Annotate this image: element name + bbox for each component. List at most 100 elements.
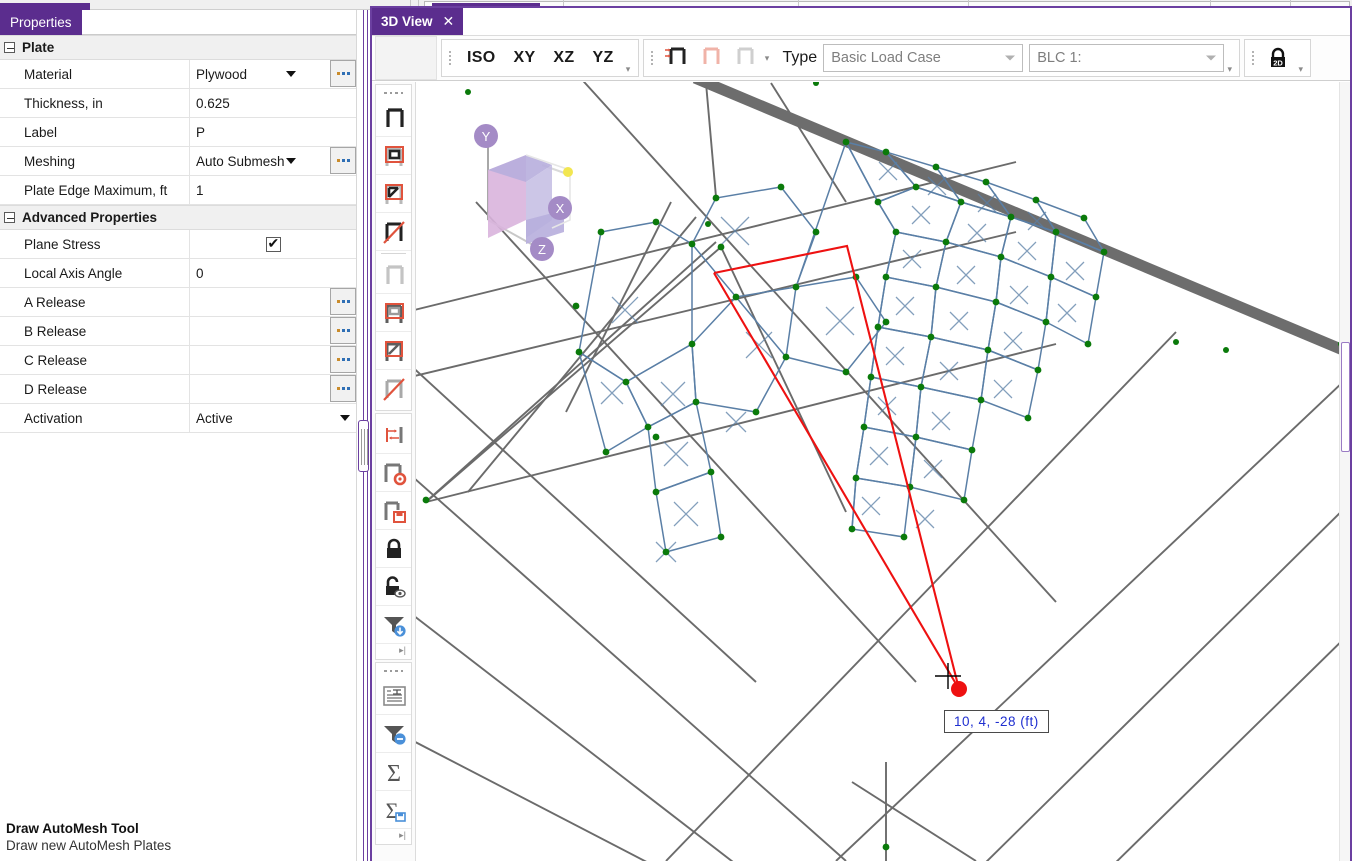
lock-icon[interactable] (376, 530, 411, 568)
view-button-yz[interactable]: YZ (583, 40, 622, 76)
draw-tools-block (375, 84, 412, 411)
sigma-save-icon[interactable]: Σ (376, 791, 411, 829)
property-value-plate-edge-max[interactable]: 1 (190, 176, 356, 204)
load-case-dropdown-icon[interactable]: ▾ (762, 53, 773, 64)
property-row-plane-stress[interactable]: Plane Stress (0, 230, 356, 259)
3d-viewport[interactable]: Y X Z (416, 82, 1343, 861)
property-value-d-release[interactable] (190, 375, 330, 403)
drag-handle-icon[interactable] (647, 45, 657, 71)
d-release-ellipsis-button[interactable] (330, 375, 356, 402)
member-settings-icon[interactable] (376, 454, 411, 492)
property-row-plate-edge-max[interactable]: Plate Edge Maximum, ft 1 (0, 176, 356, 205)
text-list-icon[interactable] (376, 677, 411, 715)
property-label: Plane Stress (0, 230, 190, 258)
unlock-eye-icon[interactable] (376, 568, 411, 606)
property-value-activation[interactable]: Active (190, 404, 356, 432)
delete-member-icon[interactable] (376, 213, 411, 251)
a-release-ellipsis-button[interactable] (330, 288, 356, 315)
type-label: Type (782, 49, 818, 66)
chevron-down-icon[interactable] (1005, 55, 1016, 61)
member-save-icon[interactable] (376, 492, 411, 530)
properties-grid: Plate Material Plywood Thickness, in 0.6… (0, 35, 356, 433)
panel-splitter[interactable] (357, 10, 370, 861)
property-row-a-release[interactable]: A Release (0, 288, 356, 317)
property-row-thickness[interactable]: Thickness, in 0.625 (0, 89, 356, 118)
drag-handle-icon[interactable] (1248, 45, 1258, 71)
group-title: Advanced Properties (22, 210, 158, 225)
property-row-d-release[interactable]: D Release (0, 375, 356, 404)
close-icon[interactable]: ✕ (443, 13, 455, 30)
lock-2d-icon[interactable]: 2D (1261, 41, 1295, 75)
property-value-b-release[interactable] (190, 317, 330, 345)
palette-overflow-icon[interactable]: ▸| (376, 644, 411, 657)
report-tools-block: Σ Σ ▸| (375, 662, 412, 845)
drag-handle-icon[interactable] (376, 87, 411, 99)
splitter-grip[interactable] (358, 420, 369, 472)
property-row-b-release[interactable]: B Release (0, 317, 356, 346)
property-row-activation[interactable]: Activation Active (0, 404, 356, 433)
draw-plate-diagonal-icon[interactable] (376, 175, 411, 213)
draw-cursor-point (951, 681, 967, 697)
tab-properties[interactable]: Properties (0, 10, 82, 35)
chevron-down-icon[interactable] (1206, 55, 1217, 61)
draw-member-icon[interactable] (660, 43, 694, 74)
delete-gray-icon[interactable] (376, 370, 411, 408)
plate-boxed-gray-icon[interactable] (376, 294, 411, 332)
view-tabstrip: 3D View ✕ (372, 8, 1350, 35)
member-gray-icon[interactable] (376, 256, 411, 294)
property-label: B Release (0, 317, 190, 345)
property-label: Meshing (0, 147, 190, 175)
plane-stress-checkbox[interactable] (265, 235, 281, 252)
filter-down-icon[interactable] (376, 606, 411, 644)
drag-handle-icon[interactable] (445, 45, 455, 71)
material-ellipsis-button[interactable] (330, 60, 356, 87)
toolbar-overflow-icon[interactable]: ▾ (1224, 64, 1235, 75)
viewport-vertical-scrollbar[interactable] (1339, 82, 1350, 861)
group-header-plate[interactable]: Plate (0, 35, 356, 60)
view-button-iso[interactable]: ISO (458, 40, 504, 76)
top-strip-accent-left (0, 3, 90, 10)
collapse-icon[interactable] (4, 212, 15, 223)
property-row-c-release[interactable]: C Release (0, 346, 356, 375)
value-text: Plywood (196, 66, 248, 82)
tab-3d-view[interactable]: 3D View ✕ (372, 8, 464, 35)
collapse-icon[interactable] (4, 42, 15, 53)
property-row-material[interactable]: Material Plywood (0, 60, 356, 89)
toolbar-overflow-icon[interactable]: ▾ (1295, 64, 1306, 75)
b-release-ellipsis-button[interactable] (330, 317, 356, 344)
scrollbar-thumb[interactable] (1341, 342, 1350, 452)
property-row-local-axis-angle[interactable]: Local Axis Angle 0 (0, 259, 356, 288)
plate-diagonal-gray-icon[interactable] (376, 332, 411, 370)
filter-minus-icon[interactable] (376, 715, 411, 753)
property-value-c-release[interactable] (190, 346, 330, 374)
toolbar-overflow-icon[interactable]: ▾ (623, 64, 634, 75)
property-value-thickness[interactable]: 0.625 (190, 89, 356, 117)
property-value-material[interactable]: Plywood (190, 60, 330, 88)
type-combobox[interactable]: Basic Load Case (823, 44, 1024, 72)
view-toolbar: ISO XY XZ YZ ▾ ▾ Type Basic Load Case BL… (372, 35, 1350, 81)
view-button-xy[interactable]: XY (504, 40, 544, 76)
property-value-a-release[interactable] (190, 288, 330, 316)
chevron-down-icon[interactable] (286, 158, 296, 164)
chevron-down-icon[interactable] (340, 415, 350, 421)
property-row-meshing[interactable]: Meshing Auto Submesh (0, 147, 356, 176)
move-arrows-icon[interactable] (376, 416, 411, 454)
draw-plate-boxed-icon[interactable] (376, 137, 411, 175)
property-label: Plate Edge Maximum, ft (0, 176, 190, 204)
view-button-xz[interactable]: XZ (544, 40, 583, 76)
drag-handle-icon[interactable] (376, 665, 411, 677)
c-release-ellipsis-button[interactable] (330, 346, 356, 373)
chevron-down-icon[interactable] (286, 71, 296, 77)
draw-member-icon[interactable] (376, 99, 411, 137)
meshing-ellipsis-button[interactable] (330, 147, 356, 174)
member-highlight-icon[interactable] (694, 43, 728, 74)
sigma-icon[interactable]: Σ (376, 753, 411, 791)
palette-overflow-icon[interactable]: ▸| (376, 829, 411, 842)
property-value-meshing[interactable]: Auto Submesh (190, 147, 330, 175)
property-value-label[interactable]: P (190, 118, 356, 146)
property-row-label[interactable]: Label P (0, 118, 356, 147)
property-value-plane-stress[interactable] (190, 230, 356, 258)
property-value-local-axis-angle[interactable]: 0 (190, 259, 356, 287)
group-header-advanced-properties[interactable]: Advanced Properties (0, 205, 356, 230)
blc-combobox[interactable]: BLC 1: (1029, 44, 1225, 72)
